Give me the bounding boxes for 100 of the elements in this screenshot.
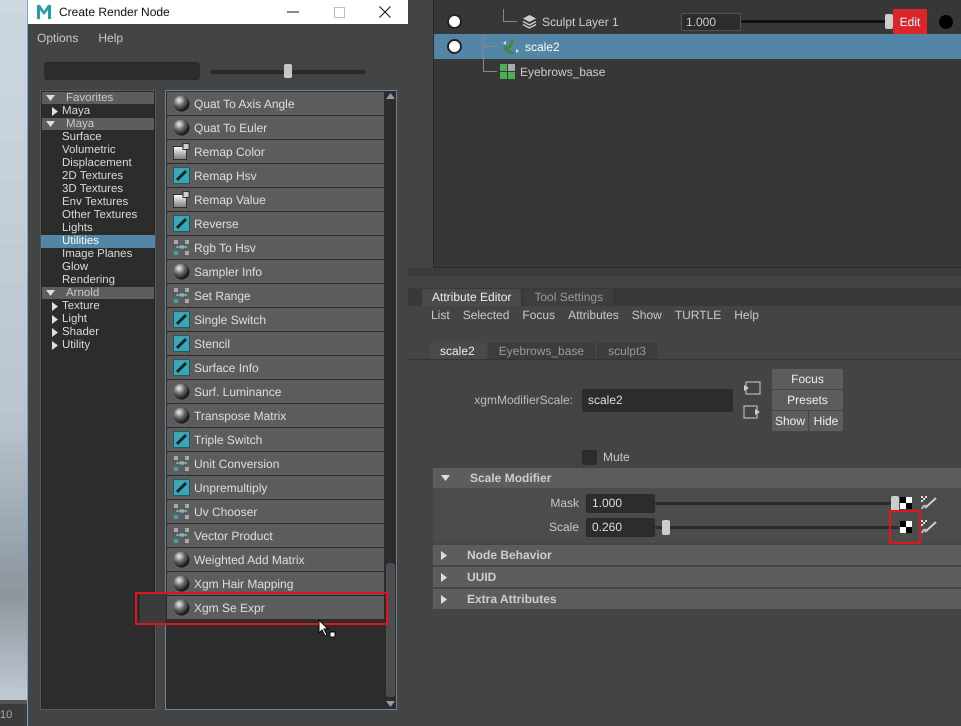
tree-item[interactable]: Maya — [41, 105, 155, 118]
collapse-arrow-icon[interactable] — [441, 572, 447, 582]
tree-item[interactable]: Lights — [41, 222, 155, 235]
collapse-arrow-icon[interactable] — [52, 107, 58, 116]
tree-item[interactable]: Volumetric — [41, 144, 155, 157]
node-list-item[interactable]: Remap Color — [167, 140, 384, 163]
node-tab[interactable]: Eyebrows_base — [488, 343, 596, 359]
menu-item[interactable]: Options — [37, 31, 78, 45]
node-list-item[interactable]: Reverse — [167, 212, 384, 235]
node-list-item[interactable]: Remap Value — [167, 188, 384, 211]
menu-item[interactable]: Focus — [522, 308, 556, 322]
tree-item[interactable]: 3D Textures — [41, 183, 155, 196]
menu-item[interactable]: Show — [632, 308, 662, 322]
tree-category[interactable]: Arnold — [42, 287, 154, 299]
value-field[interactable]: 1.000 — [586, 494, 655, 512]
show-button[interactable]: Show — [772, 411, 808, 431]
tree-item[interactable]: 2D Textures — [41, 170, 155, 183]
node-list-item[interactable]: Unit Conversion — [167, 452, 384, 475]
node-list-item[interactable]: Uv Chooser — [167, 500, 384, 523]
editor-tab[interactable]: Attribute Editor — [422, 289, 522, 306]
tree-item[interactable]: Displacement — [41, 157, 155, 170]
node-list-item[interactable]: Unpremultiply — [167, 476, 384, 499]
node-list-item[interactable]: Surface Info — [167, 356, 384, 379]
tree-item[interactable]: Shader — [41, 326, 155, 339]
value-field[interactable]: 0.260 — [586, 518, 655, 536]
tree-category[interactable]: Maya — [42, 118, 154, 130]
node-list-item[interactable]: Weighted Add Matrix — [167, 548, 384, 571]
node-list-item[interactable]: Quat To Euler — [167, 116, 384, 139]
close-icon[interactable] — [379, 6, 391, 18]
checker-icon[interactable] — [900, 497, 912, 509]
node-list-item[interactable]: Stencil — [167, 332, 384, 355]
hide-button[interactable]: Hide — [809, 411, 843, 431]
tree-item[interactable]: Utilities — [41, 235, 155, 248]
node-name-field[interactable]: scale2 — [582, 388, 733, 412]
slider-thumb[interactable] — [662, 520, 670, 534]
node-list-item[interactable]: Remap Hsv — [167, 164, 384, 187]
search-field[interactable] — [44, 62, 200, 80]
slider[interactable] — [210, 64, 366, 78]
visibility-toggle[interactable] — [446, 39, 462, 54]
menu-item[interactable]: TURTLE — [674, 308, 722, 322]
slider[interactable] — [655, 496, 899, 510]
outliner-row[interactable]: Sculpt Layer 1 1.000 Edit — [434, 9, 961, 34]
expand-arrow-icon[interactable] — [46, 121, 55, 127]
slider-thumb[interactable] — [885, 14, 893, 29]
weight-field[interactable]: 1.000 — [681, 12, 741, 30]
slider[interactable] — [655, 520, 899, 534]
scroll-down-icon[interactable] — [386, 701, 395, 707]
slider[interactable] — [741, 14, 893, 29]
input-connection-icon[interactable] — [743, 381, 761, 395]
tree-item[interactable]: Image Planes — [41, 248, 155, 261]
output-connection-icon[interactable] — [743, 405, 761, 419]
node-name[interactable]: scale2 — [525, 40, 560, 54]
expand-arrow-icon[interactable] — [46, 95, 55, 101]
layer-name[interactable]: Sculpt Layer 1 — [542, 14, 619, 28]
menu-item[interactable]: Attributes — [568, 308, 619, 322]
mute-checkbox[interactable] — [582, 450, 597, 464]
section-header[interactable]: Extra Attributes — [433, 589, 961, 609]
presets-button[interactable]: Presets — [772, 390, 843, 410]
paint-brush-icon[interactable] — [921, 520, 937, 534]
slider-thumb[interactable] — [284, 64, 292, 78]
checker-icon[interactable] — [900, 521, 912, 533]
node-list-item[interactable]: Vector Product — [167, 524, 384, 547]
tree-item[interactable]: Texture — [41, 300, 155, 313]
collapse-arrow-icon[interactable] — [441, 594, 447, 604]
menu-item[interactable]: List — [431, 308, 450, 322]
section-header[interactable]: Node Behavior — [433, 545, 961, 565]
tree-item[interactable]: Env Textures — [41, 196, 155, 209]
node-list-item[interactable]: Sampler Info — [167, 260, 384, 283]
focus-button[interactable]: Focus — [772, 369, 843, 389]
node-list-item[interactable]: Xgm Se Expr — [167, 596, 384, 619]
node-list-item[interactable]: Xgm Hair Mapping — [167, 572, 384, 595]
slider-thumb[interactable] — [891, 496, 899, 510]
outliner-row[interactable]: Eyebrows_base — [434, 59, 961, 84]
outliner-row[interactable]: scale2 — [434, 34, 961, 59]
collapse-arrow-icon[interactable] — [441, 550, 447, 560]
node-list-item[interactable]: Transpose Matrix — [167, 404, 384, 427]
tree-category[interactable]: Favorites — [42, 92, 154, 104]
node-list-item[interactable]: Surf. Luminance — [167, 380, 384, 403]
node-tab[interactable]: sculpt3 — [597, 343, 658, 359]
section-header[interactable]: Scale Modifier — [433, 468, 961, 488]
menu-item[interactable]: Help — [98, 31, 124, 45]
tree-item[interactable]: Rendering — [41, 274, 155, 287]
tree-item[interactable]: Surface — [41, 131, 155, 144]
tree-item[interactable]: Light — [41, 313, 155, 326]
node-list-item[interactable]: Rgb To Hsv — [167, 236, 384, 259]
node-list-item[interactable]: Triple Switch — [167, 428, 384, 451]
node-list-item[interactable]: Set Range — [167, 284, 384, 307]
minimize-icon[interactable] — [287, 11, 299, 13]
editor-tab[interactable]: Tool Settings — [524, 289, 614, 306]
paint-brush-icon[interactable] — [921, 496, 937, 510]
tree-item[interactable]: Other Textures — [41, 209, 155, 222]
tree-item[interactable]: Glow — [41, 261, 155, 274]
visibility-toggle[interactable] — [446, 14, 462, 29]
menu-item[interactable]: Selected — [462, 308, 510, 322]
section-header[interactable]: UUID — [433, 567, 961, 587]
expand-arrow-icon[interactable] — [46, 290, 55, 296]
node-list-item[interactable]: Single Switch — [167, 308, 384, 331]
tree-item[interactable]: Utility — [41, 339, 155, 352]
edit-button[interactable]: Edit — [893, 9, 927, 34]
node-tab[interactable]: scale2 — [429, 343, 486, 359]
